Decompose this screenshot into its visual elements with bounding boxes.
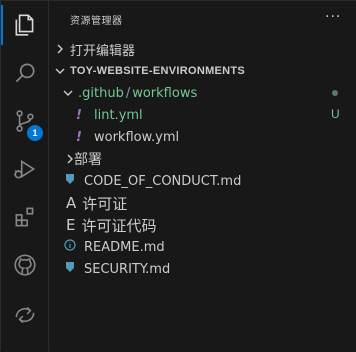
file-lint-label: lint.yml [94, 107, 143, 123]
license-code-letter: E [66, 216, 76, 234]
license-letter: A [66, 194, 77, 212]
file-license-code-label: 许可证代码 [81, 216, 157, 235]
more-actions-icon[interactable]: ··· [325, 9, 341, 25]
file-security-label: SECURITY.md [84, 261, 171, 277]
extensions-icon[interactable] [1, 193, 49, 241]
explorer-sidebar: 资源管理器 ··· 打开编辑器 TOY-WEBSITE-ENVIRONMENTS… [50, 1, 356, 352]
folder-github-label: .github [78, 85, 124, 101]
tree-folder-github-workflows[interactable]: .github / workflows [50, 82, 356, 104]
source-control-badge: 1 [27, 125, 43, 141]
tree-file-workflow[interactable]: ! workflow.yml [50, 126, 356, 148]
chevron-right-icon [62, 151, 73, 167]
folder-workflows-label: workflows [132, 85, 198, 101]
markdown-file-icon [64, 261, 78, 277]
explorer-title: 资源管理器 [70, 16, 123, 27]
vscode-window: 1 资源管理器 ··· 打开编辑器 TOY-WEBSITE-ENVIRONMEN… [0, 0, 356, 352]
explorer-header: 资源管理器 ··· [50, 1, 356, 36]
source-control-icon[interactable]: 1 [1, 97, 49, 145]
info-icon [64, 239, 78, 255]
folder-deploy-label: 部署 [74, 152, 102, 168]
untracked-status: U [331, 107, 340, 121]
tree-file-license-code[interactable]: E 许可证代码 [50, 214, 356, 236]
github-icon[interactable] [1, 241, 49, 289]
yaml-file-icon: ! [76, 129, 82, 145]
open-editors-label: 打开编辑器 [70, 43, 136, 59]
markdown-file-icon [64, 173, 78, 189]
tree-file-coc[interactable]: CODE_OF_CONDUCT.md [50, 170, 356, 192]
chevron-right-icon [52, 41, 68, 57]
activity-bar: 1 [1, 1, 49, 352]
tree-file-readme[interactable]: README.md [50, 236, 356, 258]
modified-dot [332, 90, 338, 96]
open-editors-section[interactable]: 打开编辑器 [50, 38, 356, 60]
tree-file-lint[interactable]: ! lint.yml U [50, 104, 356, 126]
file-license-label: 许可证 [82, 194, 128, 213]
file-workflow-label: workflow.yml [94, 129, 180, 145]
tree-file-license[interactable]: A 许可证 [50, 192, 356, 214]
chevron-down-icon [60, 85, 76, 101]
path-separator: / [125, 85, 131, 101]
chevron-down-icon [52, 63, 68, 79]
workspace-section[interactable]: TOY-WEBSITE-ENVIRONMENTS [50, 60, 356, 82]
file-readme-label: README.md [84, 239, 165, 255]
workspace-label: TOY-WEBSITE-ENVIRONMENTS [70, 65, 246, 77]
explorer-icon[interactable] [1, 1, 49, 49]
search-icon[interactable] [1, 49, 49, 97]
tree-folder-deploy[interactable]: 部署 [50, 148, 356, 170]
file-coc-label: CODE_OF_CONDUCT.md [84, 173, 242, 189]
run-debug-icon[interactable] [1, 145, 49, 193]
yaml-file-icon: ! [76, 107, 82, 123]
tree-file-security[interactable]: SECURITY.md [50, 258, 356, 280]
remote-icon[interactable] [1, 291, 49, 339]
